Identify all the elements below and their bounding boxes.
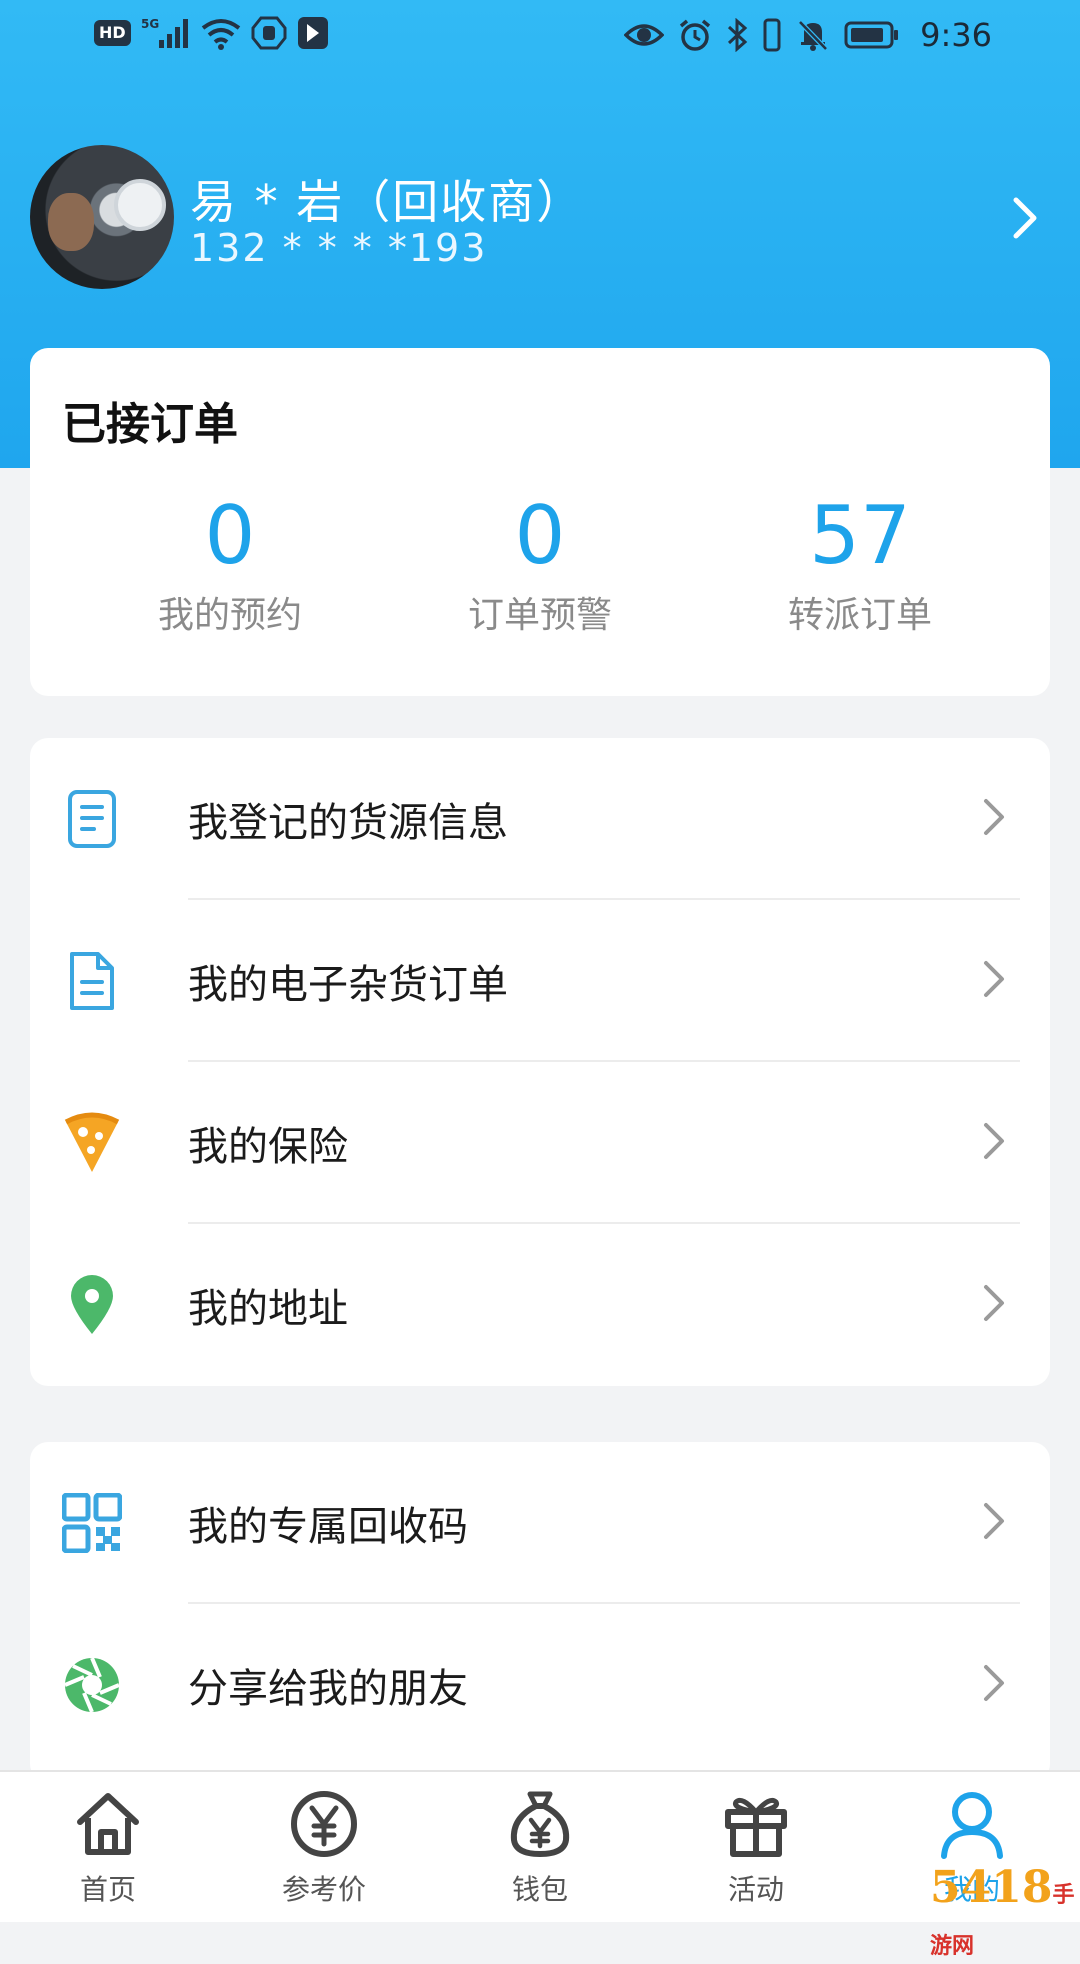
menu-item-recycle-code[interactable]: 我的专属回收码 [30, 1442, 1050, 1604]
chevron-right-icon [982, 1501, 1006, 1545]
avatar-face [48, 193, 94, 251]
stat-my-reservations[interactable]: 0 我的预约 [70, 490, 390, 638]
stat-label: 我的预约 [157, 595, 302, 636]
battery-icon [844, 20, 900, 50]
bluetooth-icon [726, 18, 748, 52]
stat-value: 57 [809, 489, 911, 582]
yen-circle-icon [291, 1791, 357, 1857]
nav-label: 钱包 [511, 1873, 568, 1906]
nav-label: 首页 [79, 1873, 136, 1906]
chevron-right-icon [982, 797, 1006, 841]
menu-item-share-friends[interactable]: 分享给我的朋友 [30, 1604, 1050, 1766]
menu-item-label: 我登记的货源信息 [188, 800, 508, 846]
stat-label: 转派订单 [787, 595, 932, 636]
chevron-right-icon [982, 1121, 1006, 1165]
menu-item-registered-goods[interactable]: 我登记的货源信息 [30, 738, 1050, 900]
stat-order-warnings[interactable]: 0 订单预警 [380, 490, 700, 638]
stat-transferred-orders[interactable]: 57 转派订单 [700, 490, 1020, 638]
wifi-icon [201, 16, 241, 50]
chevron-right-icon [982, 1283, 1006, 1327]
menu-card-secondary: 我的专属回收码 分享给我的朋友 [30, 1442, 1050, 1782]
status-right: 9:36 [624, 16, 992, 54]
chevron-right-icon [982, 1663, 1006, 1707]
home-icon [77, 1793, 139, 1855]
stat-value: 0 [514, 489, 566, 582]
app-notification-icon [297, 16, 329, 50]
menu-card-primary: 我登记的货源信息 我的电子杂货订单 我的保险 我的地址 [30, 738, 1050, 1386]
user-name[interactable]: 易 * 岩（回收商） [190, 166, 584, 232]
nav-label: 参考价 [281, 1873, 366, 1906]
menu-item-label: 分享给我的朋友 [188, 1666, 468, 1712]
orders-title: 已接订单 [62, 399, 238, 450]
eye-icon [624, 20, 665, 50]
watermark: 5418手游网 [930, 1862, 1080, 1964]
menu-item-label: 我的专属回收码 [188, 1504, 468, 1550]
vibrate-icon [762, 18, 782, 52]
user-phone: 132 * * * *193 [190, 226, 488, 270]
bottom-navigation: 首页 参考价 钱包 活动 我的 [0, 1770, 1080, 1922]
status-time: 9:36 [920, 16, 992, 54]
file-icon [60, 949, 124, 1013]
nav-wallet[interactable]: 钱包 [470, 1788, 610, 1908]
location-pin-icon [60, 1273, 124, 1337]
document-icon [60, 787, 124, 851]
signal-icon: 5G [141, 16, 191, 50]
nav-activities[interactable]: 活动 [686, 1788, 826, 1908]
money-bag-icon [510, 1791, 570, 1857]
pizza-slice-icon [60, 1111, 124, 1175]
gift-icon [725, 1797, 787, 1857]
mute-bell-icon [796, 18, 830, 52]
stat-value: 0 [204, 489, 256, 582]
person-icon [941, 1792, 1003, 1859]
avatar-fan [114, 179, 166, 231]
avatar[interactable] [30, 145, 174, 289]
menu-item-label: 我的电子杂货订单 [188, 962, 508, 1008]
menu-item-insurance[interactable]: 我的保险 [30, 1062, 1050, 1224]
hd-badge: HD [94, 20, 131, 46]
qr-code-icon [60, 1491, 124, 1555]
chevron-right-icon [982, 959, 1006, 1003]
nav-label: 活动 [727, 1873, 784, 1906]
svg-text:5G: 5G [141, 17, 159, 31]
alarm-icon [678, 18, 712, 52]
status-left: HD 5G [94, 16, 329, 50]
menu-item-electronic-orders[interactable]: 我的电子杂货订单 [30, 900, 1050, 1062]
watermark-main: 5418 [930, 1862, 1053, 1913]
stat-label: 订单预警 [467, 595, 612, 636]
menu-item-label: 我的地址 [188, 1286, 348, 1332]
menu-item-label: 我的保险 [188, 1124, 348, 1170]
orders-card: 已接订单 0 我的预约 0 订单预警 57 转派订单 [30, 348, 1050, 696]
nav-home[interactable]: 首页 [38, 1788, 178, 1908]
status-bar: HD 5G 9:36 [0, 0, 1080, 74]
aperture-icon [60, 1653, 124, 1717]
profile-chevron-right-icon[interactable] [1010, 196, 1040, 244]
menu-item-address[interactable]: 我的地址 [30, 1224, 1050, 1386]
hand-icon [251, 16, 287, 50]
nav-reference-price[interactable]: 参考价 [254, 1788, 394, 1908]
